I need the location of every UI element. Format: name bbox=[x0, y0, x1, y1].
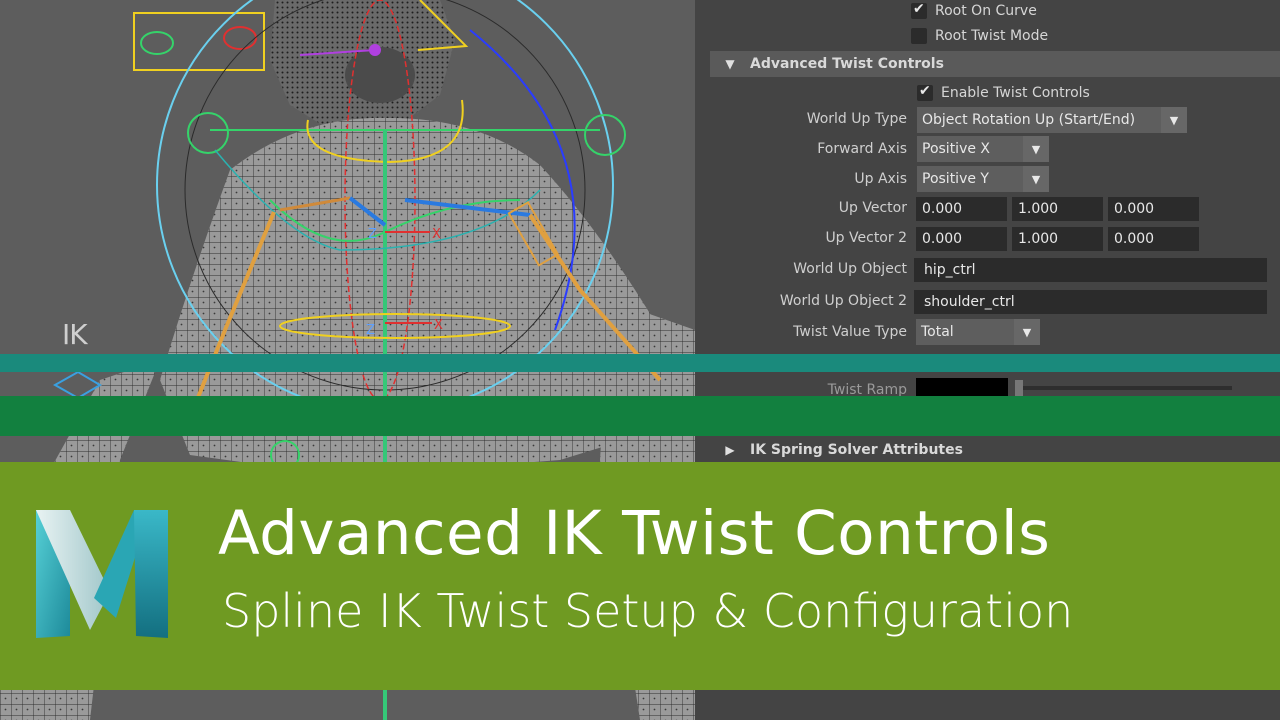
forward-axis-dropdown[interactable]: Positive X ▼ bbox=[917, 136, 1049, 162]
ik-handle-label: IK bbox=[62, 318, 88, 351]
up-axis-value: Positive Y bbox=[922, 171, 989, 187]
chevron-down-icon: ▼ bbox=[1161, 107, 1187, 133]
enable-twist-controls-checkbox[interactable] bbox=[917, 83, 933, 101]
enable-twist-controls-option[interactable]: Enable Twist Controls bbox=[917, 83, 1090, 103]
up-vector-2-y-field[interactable]: 1.000 bbox=[1012, 227, 1103, 251]
banner-title: Advanced IK Twist Controls bbox=[218, 498, 1051, 569]
twist-ramp-handle[interactable] bbox=[1015, 380, 1023, 396]
twist-ramp-swatch[interactable] bbox=[916, 378, 1008, 396]
z-axis-label: Z bbox=[368, 227, 377, 242]
world-up-type-label: World Up Type bbox=[806, 111, 907, 127]
expand-arrow-down-icon: ▼ bbox=[725, 57, 735, 71]
up-vector-z-field[interactable]: 0.000 bbox=[1108, 197, 1199, 221]
up-vector-2-label: Up Vector 2 bbox=[825, 230, 907, 246]
section-title: IK Spring Solver Attributes bbox=[750, 442, 963, 458]
up-vector-y-field[interactable]: 1.000 bbox=[1012, 197, 1103, 221]
forward-axis-label: Forward Axis bbox=[817, 141, 907, 157]
chevron-down-icon: ▼ bbox=[1023, 166, 1049, 192]
decorative-green-stripe bbox=[0, 396, 1280, 436]
world-up-object-2-field[interactable]: shoulder_ctrl bbox=[914, 290, 1267, 314]
x-axis-label-lower: X bbox=[434, 318, 443, 333]
root-twist-mode-checkbox[interactable] bbox=[911, 28, 927, 44]
up-axis-label: Up Axis bbox=[854, 171, 907, 187]
world-up-type-dropdown[interactable]: Object Rotation Up (Start/End) ▼ bbox=[917, 107, 1187, 133]
world-up-object-field[interactable]: hip_ctrl bbox=[914, 258, 1267, 282]
ik-spring-solver-header[interactable]: ▶ IK Spring Solver Attributes bbox=[710, 437, 1280, 463]
enable-twist-controls-label: Enable Twist Controls bbox=[941, 85, 1090, 101]
advanced-twist-controls-header[interactable]: ▼ Advanced Twist Controls bbox=[710, 51, 1280, 77]
root-twist-mode-option[interactable]: Root Twist Mode bbox=[911, 26, 1048, 46]
up-vector-x-field[interactable]: 0.000 bbox=[916, 197, 1007, 221]
root-twist-mode-label: Root Twist Mode bbox=[935, 28, 1049, 44]
twist-ramp-slider[interactable] bbox=[1020, 386, 1232, 390]
chevron-down-icon: ▼ bbox=[1014, 319, 1040, 345]
twist-value-type-value: Total bbox=[921, 324, 954, 340]
world-up-type-value: Object Rotation Up (Start/End) bbox=[922, 112, 1136, 128]
up-vector-2-x-field[interactable]: 0.000 bbox=[916, 227, 1007, 251]
chevron-down-icon: ▼ bbox=[1023, 136, 1049, 162]
expand-arrow-right-icon: ▶ bbox=[725, 443, 735, 457]
world-up-object-label: World Up Object bbox=[793, 261, 907, 277]
twist-value-type-dropdown[interactable]: Total ▼ bbox=[916, 319, 1040, 345]
maya-logo-icon bbox=[36, 510, 168, 638]
twist-value-type-label: Twist Value Type bbox=[793, 324, 907, 340]
up-vector-label: Up Vector bbox=[838, 200, 907, 216]
banner-subtitle: Spline IK Twist Setup & Configuration bbox=[222, 584, 1074, 638]
forward-axis-value: Positive X bbox=[922, 141, 991, 157]
title-banner: Advanced IK Twist Controls Spline IK Twi… bbox=[0, 462, 1280, 690]
world-up-object-2-label: World Up Object 2 bbox=[779, 293, 907, 309]
section-title: Advanced Twist Controls bbox=[750, 56, 944, 72]
up-vector-2-z-field[interactable]: 0.000 bbox=[1108, 227, 1199, 251]
z-axis-label-lower: Z bbox=[366, 323, 375, 338]
x-axis-label: X bbox=[432, 227, 441, 242]
root-on-curve-option[interactable]: Root On Curve bbox=[911, 1, 1037, 21]
root-on-curve-label: Root On Curve bbox=[935, 3, 1037, 19]
root-on-curve-checkbox[interactable] bbox=[911, 1, 927, 19]
up-axis-dropdown[interactable]: Positive Y ▼ bbox=[917, 166, 1049, 192]
decorative-teal-stripe bbox=[0, 354, 1280, 372]
